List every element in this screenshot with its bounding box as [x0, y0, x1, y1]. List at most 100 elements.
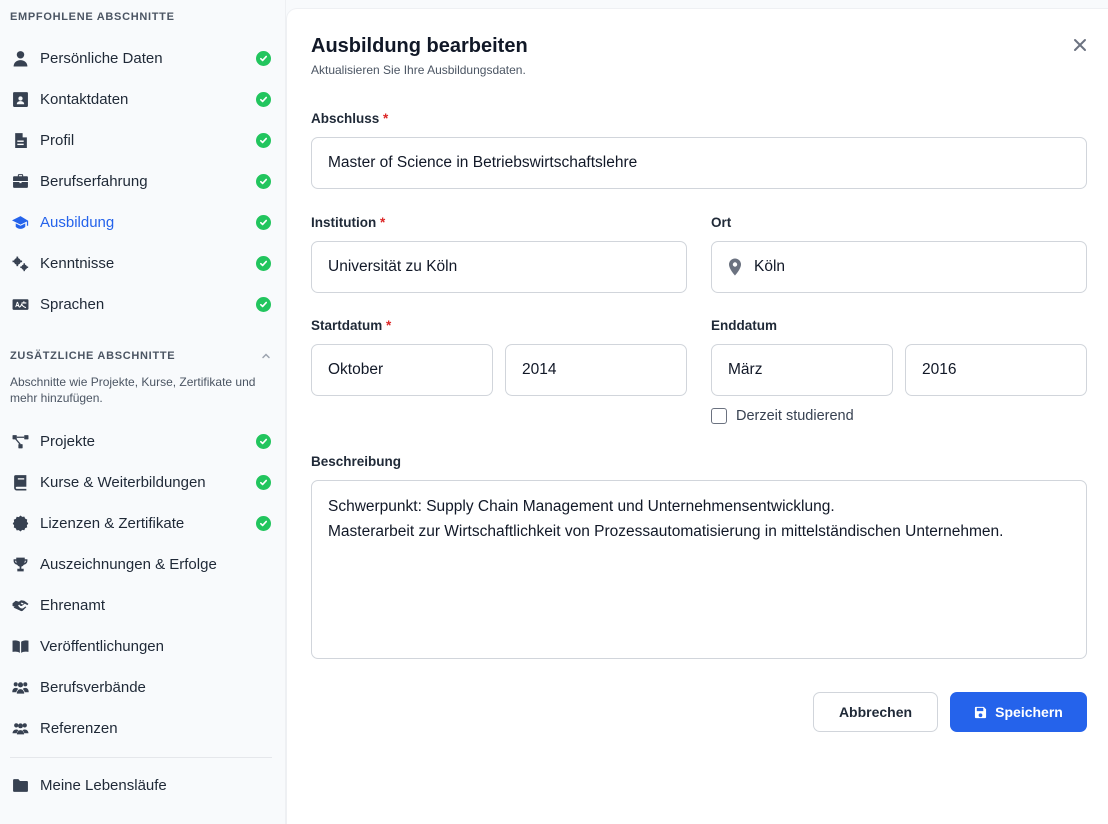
end-month-input[interactable]: März [711, 344, 893, 396]
location-value: Köln [754, 258, 786, 275]
chevron-up-icon [262, 353, 270, 359]
start-date-label: Startdatum * [311, 318, 391, 333]
end-date-label: Enddatum [711, 318, 777, 333]
book-icon [10, 472, 30, 492]
user-group-icon [10, 718, 30, 738]
degree-label: Abschluss * [311, 111, 388, 126]
edit-education-dialog: Ausbildung bearbeiten Aktualisieren Sie … [287, 9, 1108, 824]
additional-sections-description: Abschnitte wie Projekte, Kurse, Zertifik… [10, 375, 256, 405]
sidebar-item-label: Veröffentlichungen [40, 637, 164, 655]
users-icon [10, 677, 30, 697]
sidebar-item-profile[interactable]: Profil [10, 125, 272, 155]
sidebar-item-label: Ausbildung [40, 213, 115, 231]
certificate-icon [10, 513, 30, 533]
sidebar-item-my-resumes[interactable]: Meine Lebensläufe [10, 770, 272, 800]
sidebar: EMPFOHLENE ABSCHNITTE Persönliche Daten … [0, 0, 286, 824]
dialog-subtitle: Aktualisieren Sie Ihre Ausbildungsdaten. [311, 63, 526, 77]
trophy-icon [10, 554, 30, 574]
sidebar-item-contact[interactable]: Kontaktdaten [10, 84, 272, 114]
currently-studying-row[interactable]: Derzeit studierend [711, 408, 854, 424]
sidebar-item-publications[interactable]: Veröffentlichungen [10, 631, 272, 661]
additional-sections-toggle[interactable]: ZUSÄTZLICHE ABSCHNITTE [10, 350, 272, 362]
sidebar-item-label: Referenzen [40, 719, 118, 737]
sidebar-item-projects[interactable]: Projekte [10, 426, 272, 456]
person-icon [10, 48, 30, 68]
description-line: Masterarbeit zur Wirtschaftlichkeit von … [328, 523, 1004, 540]
sidebar-item-label: Berufserfahrung [40, 172, 148, 190]
sidebar-item-personal-data[interactable]: Persönliche Daten [10, 43, 272, 73]
project-diagram-icon [10, 431, 30, 451]
recommended-sections-heading: EMPFOHLENE ABSCHNITTE [10, 11, 175, 23]
sidebar-item-label: Sprachen [40, 295, 105, 313]
sidebar-item-awards[interactable]: Auszeichnungen & Erfolge [10, 549, 272, 579]
sidebar-item-label: Projekte [40, 432, 96, 450]
start-year-input[interactable]: 2014 [505, 344, 687, 396]
sidebar-item-certificates[interactable]: Lizenzen & Zertifikate [10, 508, 272, 538]
check-circle-icon [256, 91, 271, 107]
check-circle-icon [256, 433, 271, 449]
degree-label-text: Abschluss [311, 111, 380, 126]
start-month-input[interactable]: Oktober [311, 344, 493, 396]
sidebar-item-label: Auszeichnungen & Erfolge [40, 555, 217, 573]
sidebar-item-references[interactable]: Referenzen [10, 713, 272, 743]
contact-card-icon [10, 89, 30, 109]
sidebar-item-label: Berufsverbände [40, 678, 146, 696]
sidebar-item-volunteering[interactable]: Ehrenamt [10, 590, 272, 620]
sidebar-item-label: Lizenzen & Zertifikate [40, 514, 185, 532]
sidebar-item-label: Kenntnisse [40, 254, 115, 272]
graduation-cap-icon [10, 212, 30, 232]
end-month-value: März [728, 361, 763, 378]
sidebar-item-languages[interactable]: Sprachen [10, 289, 272, 319]
check-circle-icon [256, 214, 271, 230]
save-button[interactable]: Speichern [950, 692, 1087, 732]
location-label: Ort [711, 215, 732, 230]
sidebar-item-label: Kurse & Weiterbildungen [40, 473, 206, 491]
cancel-button[interactable]: Abbrechen [813, 692, 938, 732]
sidebar-item-skills[interactable]: Kenntnisse [10, 248, 272, 278]
open-book-icon [10, 636, 30, 656]
required-marker: * [380, 215, 386, 230]
sidebar-divider [10, 757, 272, 758]
check-circle-icon [256, 296, 271, 312]
required-marker: * [386, 318, 392, 333]
check-circle-icon [256, 474, 271, 490]
save-button-label: Speichern [995, 704, 1063, 720]
close-icon[interactable] [1071, 36, 1089, 54]
sidebar-item-courses[interactable]: Kurse & Weiterbildungen [10, 467, 272, 497]
briefcase-icon [10, 171, 30, 191]
check-circle-icon [256, 173, 271, 189]
location-input[interactable]: Köln [711, 241, 1087, 293]
institution-input[interactable]: Universität zu Köln [311, 241, 687, 293]
document-icon [10, 130, 30, 150]
check-circle-icon [256, 132, 271, 148]
additional-sections-heading: ZUSÄTZLICHE ABSCHNITTE [10, 350, 176, 362]
institution-label: Institution * [311, 215, 385, 230]
sidebar-item-work-experience[interactable]: Berufserfahrung [10, 166, 272, 196]
save-icon [975, 706, 987, 718]
sidebar-item-label: Persönliche Daten [40, 49, 163, 67]
language-icon [10, 294, 30, 314]
check-circle-icon [256, 255, 271, 271]
required-marker: * [383, 111, 389, 126]
sidebar-item-associations[interactable]: Berufsverbände [10, 672, 272, 702]
gears-icon [10, 253, 30, 273]
end-year-value: 2016 [922, 361, 957, 378]
start-month-value: Oktober [328, 361, 384, 378]
end-year-input[interactable]: 2016 [905, 344, 1087, 396]
sidebar-item-education[interactable]: Ausbildung [10, 207, 272, 237]
currently-studying-label: Derzeit studierend [736, 408, 854, 424]
sidebar-item-label: Ehrenamt [40, 596, 106, 614]
description-line: Schwerpunkt: Supply Chain Management und… [328, 498, 835, 515]
check-circle-icon [256, 50, 271, 66]
currently-studying-checkbox[interactable] [711, 408, 727, 424]
sidebar-item-label: Meine Lebensläufe [40, 776, 167, 794]
dialog-title: Ausbildung bearbeiten [311, 35, 528, 57]
handshake-icon [10, 595, 30, 615]
sidebar-item-label: Profil [40, 131, 75, 149]
description-textarea[interactable]: Schwerpunkt: Supply Chain Management und… [311, 480, 1087, 659]
start-year-value: 2014 [522, 361, 557, 378]
start-date-label-text: Startdatum [311, 318, 383, 333]
degree-input[interactable]: Master of Science in Betriebswirtschafts… [311, 137, 1087, 189]
institution-label-text: Institution [311, 215, 377, 230]
sidebar-item-label: Kontaktdaten [40, 90, 129, 108]
